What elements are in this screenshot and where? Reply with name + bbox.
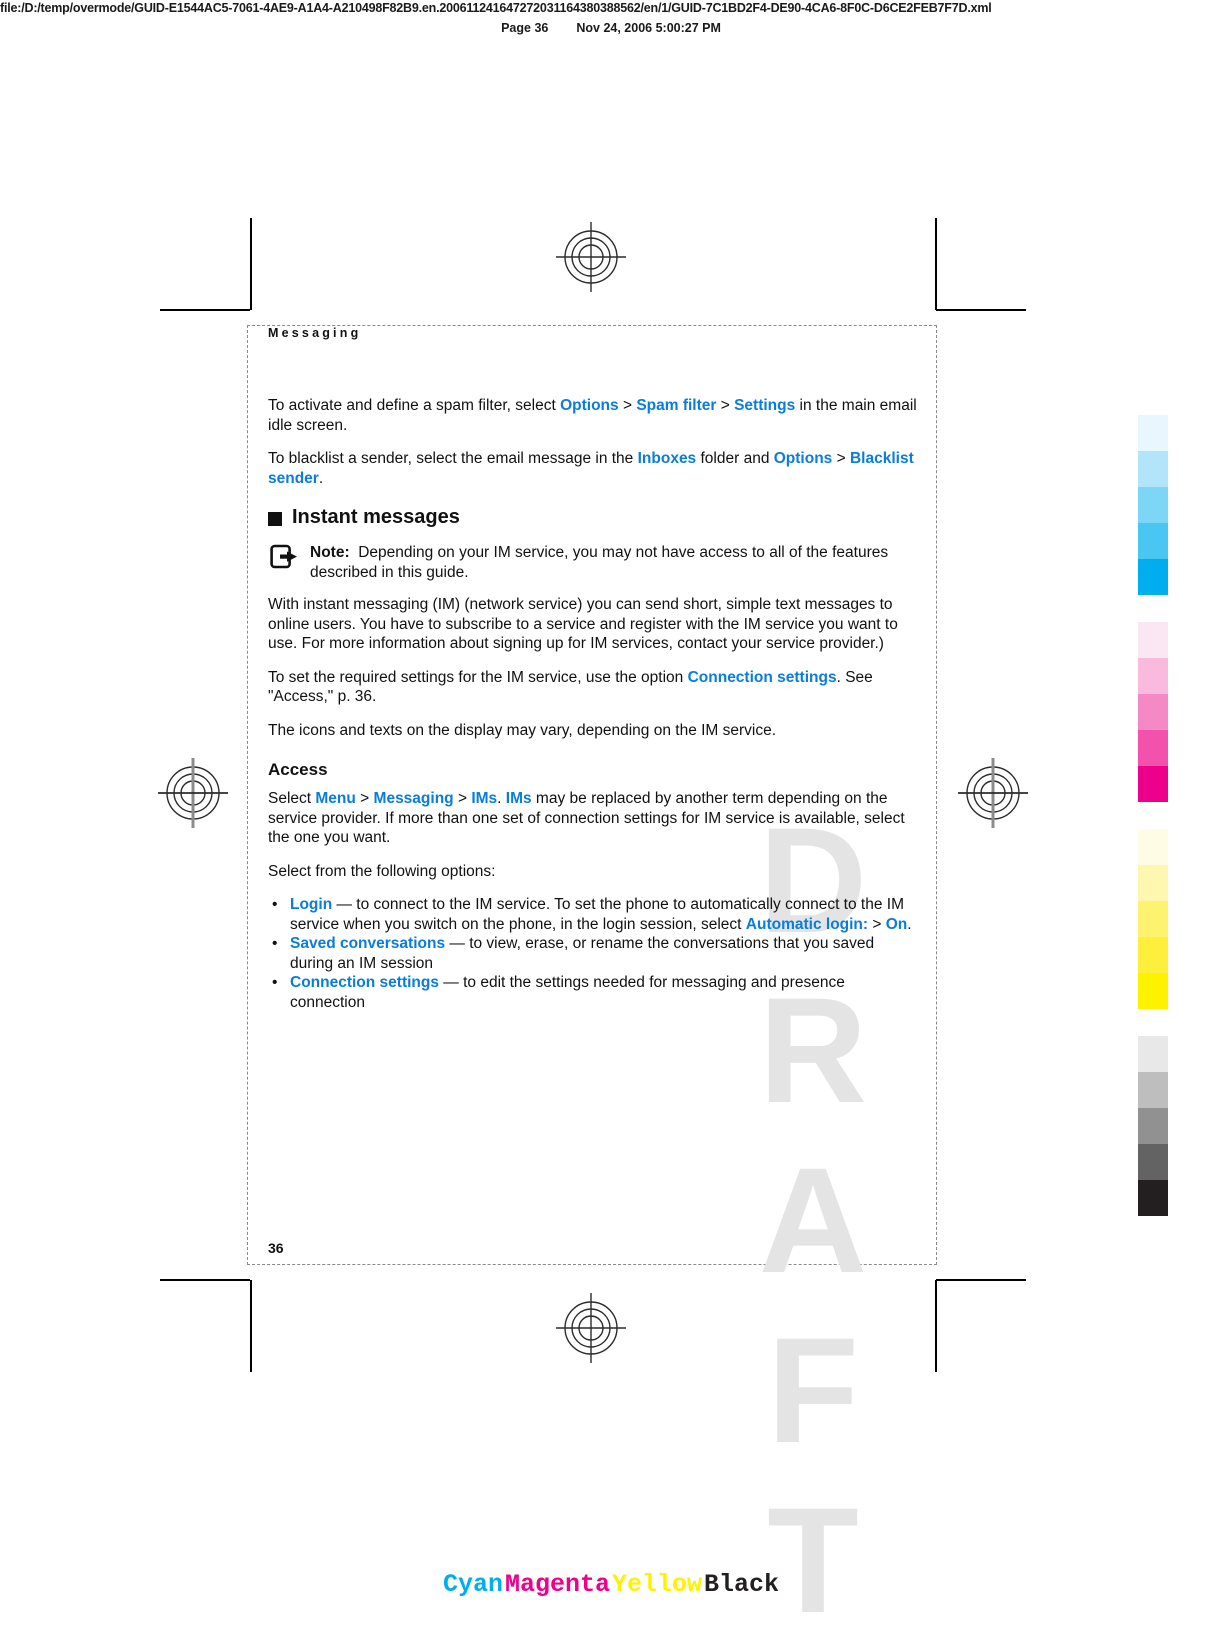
option-keyword: Saved conversations bbox=[290, 935, 446, 953]
trim-mark-top-right-vertical bbox=[935, 218, 937, 310]
body-column: To activate and define a spam filter, se… bbox=[268, 396, 918, 1012]
trim-mark-bottom-left-horizontal bbox=[160, 1279, 250, 1281]
ui-keyword-ims: IMs bbox=[505, 790, 532, 808]
text-run: Select bbox=[268, 790, 316, 808]
option-text-tail: . bbox=[907, 915, 912, 933]
ui-keyword-menu: Menu bbox=[315, 790, 356, 808]
trim-mark-bottom-left-vertical bbox=[250, 1280, 252, 1372]
separator: > bbox=[832, 450, 850, 468]
paragraph-select-options: Select from the following options: bbox=[268, 862, 496, 880]
paragraph-access-path: Select Menu > Messaging > IMs. IMs may b… bbox=[268, 789, 918, 848]
text-run: . bbox=[497, 790, 506, 808]
text-run: folder and bbox=[696, 450, 774, 468]
page-number: 36 bbox=[268, 1240, 284, 1256]
trim-mark-bottom-right-vertical bbox=[935, 1280, 937, 1372]
color-patch bbox=[1138, 451, 1168, 487]
trim-mark-top-left-horizontal bbox=[160, 309, 250, 311]
paragraph-blacklist: To blacklist a sender, select the email … bbox=[268, 449, 918, 488]
text-run: . bbox=[318, 469, 324, 487]
ui-keyword-options: Options bbox=[560, 397, 619, 414]
color-patch bbox=[1138, 1108, 1168, 1144]
registration-mark-top bbox=[556, 222, 626, 292]
color-patch bbox=[1138, 937, 1168, 973]
paragraph-spam-filter: To activate and define a spam filter, se… bbox=[268, 396, 918, 435]
bullet-dot-icon: • bbox=[272, 974, 278, 992]
color-patch bbox=[1138, 415, 1168, 451]
option-keyword: Login bbox=[290, 896, 333, 914]
color-patch bbox=[1138, 730, 1168, 766]
ui-keyword-spam-filter: Spam filter bbox=[636, 397, 717, 414]
separator: > bbox=[453, 790, 472, 808]
color-patch bbox=[1138, 1072, 1168, 1108]
note-body: Depending on your IM service, you may no… bbox=[310, 544, 889, 581]
subsection-heading-access: Access bbox=[268, 760, 328, 780]
color-patch bbox=[1138, 973, 1168, 1009]
note-callout: Note: Depending on your IM service, you … bbox=[268, 541, 918, 582]
registration-mark-right bbox=[958, 758, 1028, 828]
section-heading-instant-messages: Instant messages bbox=[268, 506, 918, 529]
ui-keyword-options: Options bbox=[773, 450, 833, 468]
separator: > bbox=[868, 915, 886, 933]
color-patch bbox=[1138, 901, 1168, 937]
cmyk-legend: CyanMagentaYellowBlack bbox=[0, 1570, 1222, 1599]
list-item: • Connection settings — to edit the setti… bbox=[268, 973, 918, 1012]
page-trim-box: DRAFT Messaging To activate and define a… bbox=[247, 325, 938, 1646]
paragraph-required-settings: To set the required settings for the IM … bbox=[268, 668, 918, 707]
text-run: To set the required settings for the IM … bbox=[268, 668, 688, 686]
options-list: • Login — to connect to the IM service. T… bbox=[268, 895, 918, 1012]
color-patch bbox=[1138, 766, 1168, 802]
color-patch bbox=[1138, 865, 1168, 901]
ui-keyword-messaging: Messaging bbox=[373, 790, 454, 808]
calibration-strip-cyan bbox=[1138, 415, 1168, 595]
option-keyword-tertiary: On bbox=[885, 915, 908, 933]
trim-mark-bottom-right-horizontal bbox=[936, 1279, 1026, 1281]
calibration-strip-yellow bbox=[1138, 829, 1168, 1009]
note-arrow-icon bbox=[270, 544, 298, 570]
color-patch bbox=[1138, 829, 1168, 865]
note-text: Note: Depending on your IM service, you … bbox=[310, 541, 918, 582]
color-patch bbox=[1138, 1180, 1168, 1216]
option-keyword: Connection settings bbox=[290, 974, 439, 992]
color-patch bbox=[1138, 487, 1168, 523]
legend-cyan: Cyan bbox=[442, 1570, 503, 1599]
printed-sheet: DRAFT Messaging To activate and define a… bbox=[0, 0, 1222, 1646]
running-head: Messaging bbox=[268, 326, 362, 340]
color-patch bbox=[1138, 694, 1168, 730]
registration-mark-bottom bbox=[556, 1293, 626, 1363]
trim-mark-top-right-horizontal bbox=[936, 309, 1026, 311]
color-patch bbox=[1138, 559, 1168, 595]
bullet-dot-icon: • bbox=[272, 935, 278, 953]
color-patch bbox=[1138, 1036, 1168, 1072]
color-patch bbox=[1138, 523, 1168, 559]
list-item: • Login — to connect to the IM service. T… bbox=[268, 895, 918, 934]
calibration-strip-magenta bbox=[1138, 622, 1168, 802]
note-label: Note: bbox=[310, 544, 350, 562]
legend-magenta: Magenta bbox=[504, 1570, 610, 1599]
paragraph-icons-vary: The icons and texts on the display may v… bbox=[268, 721, 777, 739]
page-content: Messaging To activate and define a spam … bbox=[248, 326, 938, 1266]
registration-mark-left bbox=[158, 758, 228, 828]
calibration-strip-black bbox=[1138, 1036, 1168, 1216]
legend-yellow: Yellow bbox=[612, 1570, 703, 1599]
option-keyword-secondary: Automatic login: bbox=[745, 915, 869, 933]
bullet-dot-icon: • bbox=[272, 896, 278, 914]
square-bullet-icon bbox=[268, 511, 282, 526]
list-item: • Saved conversations — to view, erase, o… bbox=[268, 934, 918, 973]
trim-mark-top-left-vertical bbox=[250, 218, 252, 310]
text-run: To blacklist a sender, select the email … bbox=[268, 450, 638, 468]
ui-keyword-ims: IMs bbox=[471, 790, 498, 808]
color-patch bbox=[1138, 658, 1168, 694]
paragraph-about-im: With instant messaging (IM) (network ser… bbox=[268, 596, 898, 653]
separator: > bbox=[618, 397, 637, 414]
color-patch bbox=[1138, 622, 1168, 658]
ui-keyword-settings: Settings bbox=[734, 397, 796, 414]
ui-keyword-inboxes: Inboxes bbox=[637, 450, 697, 468]
separator: > bbox=[716, 397, 735, 414]
ui-keyword-connection-settings: Connection settings bbox=[687, 668, 837, 686]
text-run: To activate and define a spam filter, se… bbox=[268, 397, 561, 414]
color-patch bbox=[1138, 1144, 1168, 1180]
section-heading-label: Instant messages bbox=[292, 506, 460, 529]
separator: > bbox=[355, 790, 374, 808]
